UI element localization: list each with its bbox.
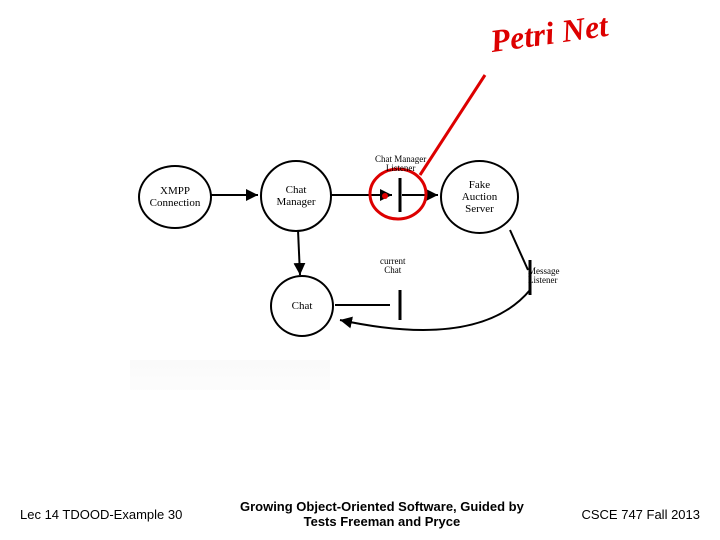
diagram-arrows [130,130,610,380]
slide-footer: Lec 14 TDOOD-Example 30 Growing Object-O… [0,499,720,530]
node-fake-auction-server: FakeAuctionServer [440,160,519,234]
footer-center-line2: Tests Freeman and Pryce [182,514,581,530]
label-current-chat: currentChat [380,257,405,275]
diagram-area: XMPPConnection ChatManager FakeAuctionSe… [130,130,610,380]
footer-center: Growing Object-Oriented Software, Guided… [182,499,581,530]
footer-right: CSCE 747 Fall 2013 [581,507,700,522]
node-chat: Chat [270,275,334,337]
screenshot-artifact [130,360,330,390]
footer-center-line1: Growing Object-Oriented Software, Guided… [182,499,581,515]
petri-net-annotation: Petri Net [488,7,610,60]
slide: Petri Net [0,0,720,540]
node-chat-manager: ChatManager [260,160,332,232]
red-dot [382,193,388,199]
node-xmpp-connection: XMPPConnection [138,165,212,229]
label-message-listener: MessageListener [528,267,560,285]
label-chat-manager-listener: Chat ManagerListener [375,155,426,173]
footer-left: Lec 14 TDOOD-Example 30 [20,507,182,522]
